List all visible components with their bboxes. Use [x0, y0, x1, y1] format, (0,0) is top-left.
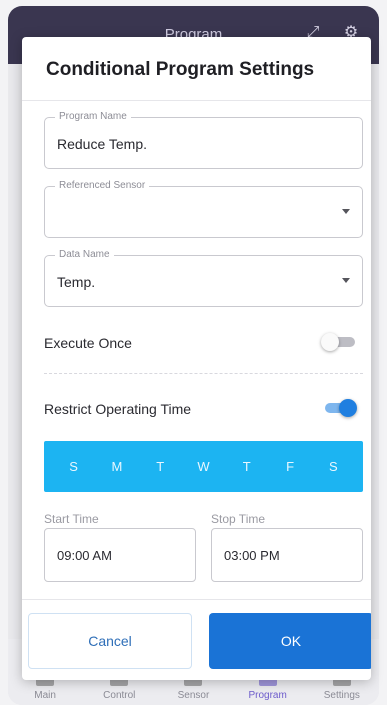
- restrict-time-label: Restrict Operating Time: [44, 401, 192, 417]
- stop-time-label: Stop Time: [211, 512, 266, 526]
- start-time-value: 09:00 AM: [57, 548, 112, 563]
- toggle-thumb: [321, 333, 339, 351]
- start-time-label: Start Time: [44, 512, 99, 526]
- chevron-down-icon: [342, 209, 350, 214]
- referenced-sensor-label: Referenced Sensor: [55, 180, 150, 191]
- restrict-time-toggle[interactable]: [321, 399, 357, 417]
- weekday-selector: S M T W T F S: [44, 441, 363, 492]
- program-name-value: Reduce Temp.: [57, 136, 148, 152]
- cancel-button[interactable]: Cancel: [28, 613, 192, 669]
- stop-time-field[interactable]: 03:00 PM: [211, 528, 363, 582]
- program-name-label: Program Name: [55, 111, 131, 122]
- start-time-field[interactable]: 09:00 AM: [44, 528, 196, 582]
- data-name-label: Data Name: [55, 249, 114, 260]
- data-name-select[interactable]: Data Name Temp.: [44, 249, 363, 307]
- day-tuesday[interactable]: T: [148, 459, 172, 474]
- divider: [44, 373, 363, 374]
- nav-label: Sensor: [177, 690, 210, 701]
- nav-label: Program: [248, 690, 287, 701]
- chevron-down-icon: [342, 278, 350, 283]
- day-friday[interactable]: F: [278, 459, 302, 474]
- data-name-value: Temp.: [57, 274, 96, 290]
- ok-button[interactable]: OK: [209, 613, 371, 669]
- nav-label: Main: [34, 690, 56, 701]
- day-sunday[interactable]: S: [62, 459, 86, 474]
- stop-time-value: 03:00 PM: [224, 548, 280, 563]
- program-settings-dialog: Conditional Program Settings Program Nam…: [22, 37, 371, 680]
- referenced-sensor-select[interactable]: Referenced Sensor: [44, 180, 363, 238]
- divider: [22, 599, 371, 600]
- divider: [22, 100, 371, 101]
- nav-label: Settings: [323, 690, 360, 701]
- day-wednesday[interactable]: W: [191, 459, 215, 474]
- execute-once-label: Execute Once: [44, 335, 132, 351]
- toggle-thumb: [339, 399, 357, 417]
- nav-label: Control: [103, 690, 136, 701]
- dialog-title: Conditional Program Settings: [46, 59, 315, 80]
- day-monday[interactable]: M: [105, 459, 129, 474]
- program-name-field[interactable]: Program Name Reduce Temp.: [44, 111, 363, 169]
- execute-once-toggle[interactable]: [321, 333, 357, 351]
- day-thursday[interactable]: T: [235, 459, 259, 474]
- day-saturday[interactable]: S: [321, 459, 345, 474]
